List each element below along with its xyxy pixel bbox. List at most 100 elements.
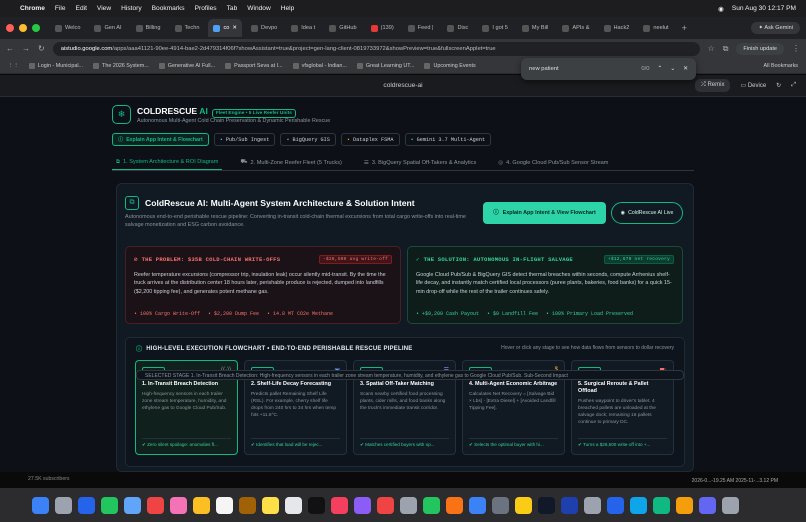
numbers-icon[interactable] <box>423 496 440 514</box>
browser-tab[interactable]: Gen AI <box>89 19 126 37</box>
settings-icon[interactable] <box>492 496 509 514</box>
chrome-icon[interactable] <box>515 496 532 514</box>
remix-button[interactable]: ⤮ Remix <box>694 79 731 92</box>
browser-tab[interactable]: Devpo <box>246 19 282 37</box>
browser-tab[interactable]: neelut <box>638 19 673 37</box>
tab-close-icon[interactable]: ✕ <box>232 25 237 31</box>
reminders-icon[interactable] <box>285 496 302 514</box>
browser-tab-active[interactable]: co ✕ <box>208 19 243 37</box>
menu-bookmarks[interactable]: Bookmarks <box>152 5 185 12</box>
appstore-icon[interactable] <box>469 496 486 514</box>
find-close-icon[interactable]: ✕ <box>683 66 688 72</box>
browser-tab[interactable]: My Bill <box>517 19 553 37</box>
app-icon[interactable] <box>699 496 716 514</box>
live-badge-button[interactable]: ◉ ColdRescue AI Live <box>611 202 683 224</box>
facetime-icon[interactable] <box>193 496 210 514</box>
vscode-icon[interactable] <box>561 496 578 514</box>
browser-tab[interactable]: APIs & <box>557 19 594 37</box>
reload-icon[interactable]: ↻ <box>38 44 45 53</box>
launchpad-icon[interactable] <box>55 496 72 514</box>
explain-intent-button[interactable]: ⓘ Explain App Intent & View Flowchart <box>483 202 606 224</box>
menu-view[interactable]: View <box>97 5 111 12</box>
bookmark-item[interactable]: vfsglobal - Indian... <box>292 62 347 69</box>
browser-tab[interactable]: Disc <box>442 19 473 37</box>
new-tab-button[interactable]: + <box>678 23 691 33</box>
tab-bigquery[interactable]: ☰ 3. BigQuery Spatial Off-Takers & Analyt… <box>360 155 480 170</box>
zoom-window-button[interactable] <box>32 24 40 32</box>
news-icon[interactable] <box>377 496 394 514</box>
browser-tab[interactable]: Techn <box>170 19 205 37</box>
menu-file[interactable]: File <box>55 5 66 12</box>
menu-app-name[interactable]: Chrome <box>20 5 45 12</box>
preview-icon[interactable] <box>584 496 601 514</box>
tab-architecture[interactable]: ⧉ 1. System Architecture & ROI Diagram <box>112 155 223 170</box>
browser-tab[interactable]: Welco <box>50 19 85 37</box>
menubar-clock[interactable]: Sun Aug 30 12:17 PM <box>732 5 796 12</box>
device-button[interactable]: ▭ Device <box>740 82 766 89</box>
menu-history[interactable]: History <box>121 5 142 12</box>
more-menu-icon[interactable]: ⋮ <box>792 44 800 53</box>
find-input[interactable]: new patient <box>529 66 633 72</box>
menu-tab[interactable]: Tab <box>227 5 238 12</box>
browser-tab[interactable]: Hack2 <box>599 19 635 37</box>
pages-icon[interactable] <box>446 496 463 514</box>
menu-window[interactable]: Window <box>247 5 270 12</box>
help-icon[interactable] <box>400 496 417 514</box>
teams-icon[interactable] <box>630 496 647 514</box>
forward-icon[interactable]: → <box>22 44 30 53</box>
finish-update-button[interactable]: Finish update <box>736 42 784 55</box>
browser-tab[interactable]: (139) <box>366 19 399 37</box>
signal-icon: ◎ <box>498 159 504 166</box>
bookmark-item[interactable]: Upcoming Events <box>424 62 476 69</box>
maps-icon[interactable] <box>147 496 164 514</box>
minimize-window-button[interactable] <box>19 24 27 32</box>
trash-icon[interactable] <box>722 496 739 514</box>
bookmark-item[interactable]: Passport Seva at I... <box>225 62 283 69</box>
whatsapp-icon[interactable] <box>653 496 670 514</box>
apps-grid-icon[interactable]: ⋮⋮ <box>8 63 19 69</box>
bookmark-item[interactable]: Great Learning UT... <box>356 62 414 69</box>
menu-edit[interactable]: Edit <box>76 5 87 12</box>
safari-icon[interactable] <box>78 496 95 514</box>
browser-tab[interactable]: Feed | <box>403 19 439 37</box>
photos-icon[interactable] <box>170 496 187 514</box>
menu-profiles[interactable]: Profiles <box>195 5 217 12</box>
explain-intent-chip[interactable]: ⓘ Explain App Intent & Flowchart <box>112 133 209 146</box>
zoom-icon[interactable] <box>607 496 624 514</box>
find-next-icon[interactable]: ⌄ <box>670 66 675 72</box>
close-window-button[interactable] <box>6 24 14 32</box>
messages-icon[interactable] <box>101 496 118 514</box>
step-outcome: ✔ Selects the optimal buyer with hi... <box>469 438 558 448</box>
fullscreen-icon[interactable]: ⤢ <box>791 82 796 89</box>
browser-tab[interactable]: Billing <box>131 19 166 37</box>
finder-icon[interactable] <box>32 496 49 514</box>
notes-app-icon[interactable] <box>676 496 693 514</box>
star-icon[interactable]: ☆ <box>708 44 715 53</box>
url-bar[interactable]: aistudio.google.com/apps/aaa41121-90ee-4… <box>52 41 700 56</box>
mail-icon[interactable] <box>124 496 141 514</box>
tv-icon[interactable] <box>308 496 325 514</box>
tab-pubsub[interactable]: ◎ 4. Google Cloud Pub/Sub Sensor Stream <box>494 155 612 170</box>
step-description: Pushes waypoint to driver's tablet. 4 br… <box>578 399 656 425</box>
contacts-icon[interactable] <box>239 496 256 514</box>
browser-tab[interactable]: Idea t <box>286 19 320 37</box>
bookmark-item[interactable]: Login - Municipal... <box>28 62 83 69</box>
calendar-icon[interactable] <box>216 496 233 514</box>
music-icon[interactable] <box>331 496 348 514</box>
extensions-icon[interactable]: ⧉ <box>723 44 729 54</box>
all-bookmarks-button[interactable]: All Bookmarks <box>764 63 798 69</box>
ask-gemini-button[interactable]: ✦ Ask Gemini <box>751 22 800 34</box>
terminal-icon[interactable] <box>538 496 555 514</box>
bookmark-item[interactable]: The 2026 System... <box>93 62 149 69</box>
find-previous-icon[interactable]: ⌃ <box>657 66 662 72</box>
notes-icon[interactable] <box>262 496 279 514</box>
podcasts-icon[interactable] <box>354 496 371 514</box>
browser-tab[interactable]: GitHub <box>324 19 361 37</box>
bookmark-item[interactable]: Generative AI Full... <box>158 62 215 69</box>
wifi-icon[interactable]: ◉ <box>718 5 724 13</box>
tab-reefer-fleet[interactable]: ⛟ 2. Multi-Zone Reefer Fleet (5 Trucks) <box>236 155 345 170</box>
back-icon[interactable]: ← <box>6 44 14 53</box>
refresh-icon[interactable]: ↻ <box>776 82 781 89</box>
menu-help[interactable]: Help <box>281 5 295 12</box>
browser-tab[interactable]: I got 5 <box>477 19 513 37</box>
